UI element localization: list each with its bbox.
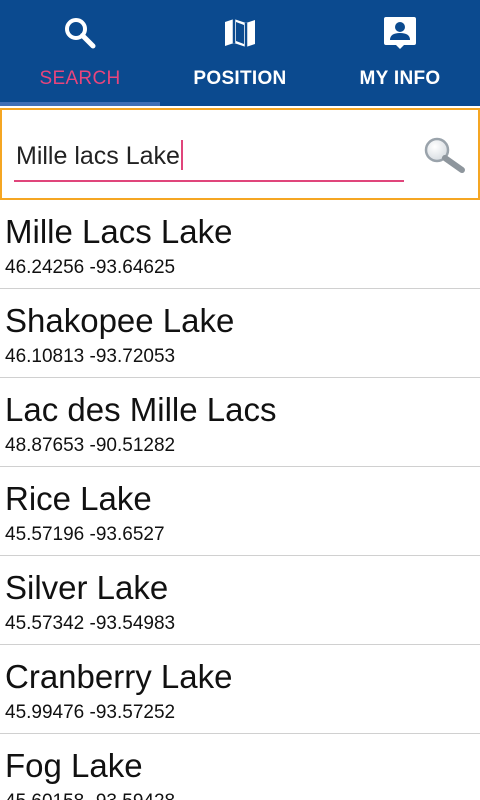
result-coords: 45.60158 -93.59428: [5, 791, 175, 800]
result-coords: 46.24256 -93.64625: [5, 257, 176, 278]
list-item[interactable]: Shakopee Lake 46.10813 -93.72053: [0, 289, 480, 378]
tab-position-label: POSITION: [193, 68, 287, 89]
contact-badge-icon: [382, 15, 418, 51]
top-tab-bar: SEARCH POSITION MY INFO: [0, 0, 480, 106]
list-item[interactable]: Silver Lake 45.57342 -93.54983: [0, 556, 480, 645]
list-item[interactable]: Rice Lake 45.57196 -93.6527: [0, 467, 480, 556]
app-root: SEARCH POSITION MY INFO Mille lacs Lake …: [0, 0, 480, 800]
tab-my-info-label: MY INFO: [359, 68, 441, 89]
results-list: Mille Lacs Lake 46.24256 -93.64625 Shako…: [0, 200, 480, 800]
search-icon: [62, 15, 98, 51]
list-item[interactable]: Lac des Mille Lacs 48.87653 -90.51282: [0, 378, 480, 467]
result-coords: 48.87653 -90.51282: [5, 435, 176, 456]
result-name: Silver Lake: [5, 569, 169, 606]
tab-my-info[interactable]: MY INFO: [320, 0, 480, 106]
result-name: Lac des Mille Lacs: [5, 391, 277, 428]
list-item[interactable]: Fog Lake 45.60158 -93.59428: [0, 734, 480, 800]
result-coords: 45.57342 -93.54983: [5, 613, 176, 634]
result-name: Shakopee Lake: [5, 302, 235, 339]
map-icon: [222, 15, 258, 51]
magnifier-icon[interactable]: [420, 136, 468, 176]
list-item[interactable]: Mille Lacs Lake 46.24256 -93.64625: [0, 200, 480, 289]
result-name: Cranberry Lake: [5, 658, 233, 695]
list-item[interactable]: Cranberry Lake 45.99476 -93.57252: [0, 645, 480, 734]
result-name: Rice Lake: [5, 480, 152, 517]
search-input[interactable]: [14, 132, 404, 182]
tab-search-label: SEARCH: [39, 68, 121, 89]
result-coords: 45.57196 -93.6527: [5, 524, 165, 545]
result-coords: 45.99476 -93.57252: [5, 702, 176, 723]
search-panel: Mille lacs Lake: [0, 108, 480, 200]
result-name: Fog Lake: [5, 747, 143, 784]
tab-search[interactable]: SEARCH: [0, 0, 160, 106]
result-coords: 46.10813 -93.72053: [5, 346, 176, 367]
tab-position[interactable]: POSITION: [160, 0, 320, 106]
result-name: Mille Lacs Lake: [5, 213, 233, 250]
